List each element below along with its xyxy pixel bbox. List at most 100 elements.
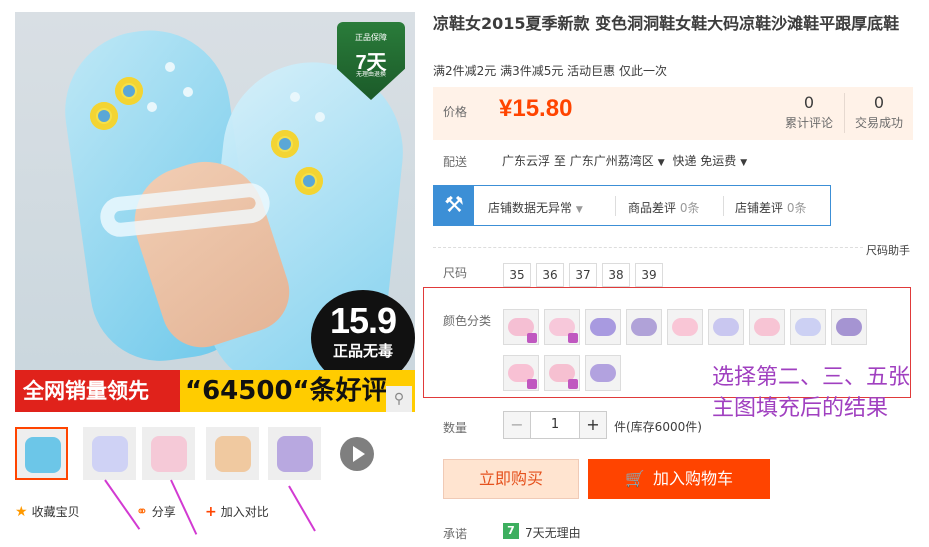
promise-label: 承诺 [443,527,468,541]
thumbnail-3[interactable] [142,427,195,480]
play-video-icon[interactable] [340,437,374,471]
seven-day-icon: 7 [503,523,519,539]
shipping-row: 广东云浮 至 广东广州荔湾区 ▼ 快递 免运费 ▼ [502,152,751,169]
color-swatch[interactable] [544,355,580,391]
badge-top-text: 正品保障 [355,33,387,42]
stat-divider [844,93,845,133]
size-option[interactable]: 38 [602,263,630,287]
color-label: 颜色分类 [443,314,492,328]
flower-charm [115,77,143,105]
compare-link[interactable]: + 加入对比 [205,503,269,520]
color-swatch[interactable] [585,355,621,391]
promo-text: 满2件减2元 满3件减5元 活动巨惠 仅此一次 [433,64,667,78]
shoe-hole [183,87,193,97]
shop-divider [615,196,616,216]
product-title: 凉鞋女2015夏季新款 变色洞洞鞋女鞋大码凉鞋沙滩鞋平跟厚底鞋 [433,14,900,33]
size-option[interactable]: 35 [503,263,531,287]
reviews-label: 累计评论 [785,116,834,130]
thumbnail-4[interactable] [206,427,259,480]
ship-from[interactable]: 广东云浮 [502,154,550,168]
shop-data-status[interactable]: 店铺数据无异常 ▼ [488,199,583,216]
share-label: 分享 [151,505,176,519]
color-swatch[interactable] [503,309,539,345]
color-swatch[interactable] [503,355,539,391]
quantity-input[interactable]: 1 [531,411,579,439]
add-to-cart-button[interactable]: 🛒 加入购物车 [588,459,770,499]
reviews-count: 0 [803,93,815,112]
favorite-label: 收藏宝贝 [31,505,80,519]
color-swatch[interactable] [790,309,826,345]
search-icon[interactable]: ⚲ [386,386,412,412]
color-swatch[interactable] [831,309,867,345]
chevron-down-icon: ▼ [575,205,583,215]
share-link[interactable]: ⚭ 分享 [136,503,176,520]
sales-stat[interactable]: 0 交易成功 [855,93,903,131]
color-swatch[interactable] [626,309,662,345]
shop-bad-review-label: 店铺差评 [735,201,784,215]
sales-banner: 全网销量领先 “64500“条好评 [15,370,415,412]
price-badge-price: 15.9 [329,300,397,341]
shop-bad-review-value: 0条 [786,201,807,215]
chevron-down-icon[interactable]: ▼ [658,158,665,168]
annotation-arrow [288,485,316,532]
shop-info-box: ⚒ 店铺数据无异常 ▼ 商品差评 0条 店铺差评 0条 [433,185,831,226]
price-value: ¥15.80 [499,95,572,123]
product-bad-review-value: 0条 [679,201,700,215]
shop-hammer-icon: ⚒ [434,186,474,225]
quantity-increase-button[interactable]: + [579,411,607,439]
color-swatch[interactable] [544,309,580,345]
product-bad-review-label: 商品差评 [628,201,677,215]
flower-charm [271,130,299,158]
shoe-hole [290,92,300,102]
price-label: 价格 [443,105,468,119]
size-helper-link[interactable]: 尺码助手 [866,242,910,258]
currency-symbol: ¥ [499,95,513,122]
chevron-down-icon[interactable]: ▼ [740,158,747,168]
size-option[interactable]: 36 [536,263,564,287]
color-swatch[interactable] [667,309,703,345]
price-badge-text: 正品无毒 [332,342,393,360]
cart-icon: 🛒 [625,469,645,488]
compare-label: 加入对比 [220,505,269,519]
favorite-link[interactable]: ★ 收藏宝贝 [15,503,80,520]
price-number: 15.80 [512,95,573,122]
main-product-image[interactable]: 正品保障 7天 无理由退换 15.9 正品无毒 全网销量领先 “64500“条好… [15,12,415,412]
promise-text[interactable]: 7天无理由 [525,524,581,541]
size-label: 尺码 [443,266,468,280]
badge-sub-text: 无理由退换 [355,71,386,78]
flower-charm [90,102,118,130]
color-swatch[interactable] [749,309,785,345]
size-option[interactable]: 39 [635,263,663,287]
sales-banner-left: 全网销量领先 [15,370,180,412]
annotation-arrow [104,479,141,530]
size-option[interactable]: 37 [569,263,597,287]
sales-count: 0 [873,93,885,112]
flower-charm [295,167,323,195]
add-to-cart-label: 加入购物车 [652,469,733,488]
plus-icon: + [205,504,217,520]
star-icon: ★ [15,504,28,520]
divider [433,247,863,248]
annotation-text: 选择第二、三、五张主图填充后的结果 [712,365,911,421]
price-box: 价格 ¥15.80 0 累计评论 0 交易成功 [433,87,913,140]
shoe-hole [165,62,175,72]
shop-bad-review[interactable]: 店铺差评 0条 [735,199,806,216]
color-swatch[interactable] [708,309,744,345]
color-swatch[interactable] [585,309,621,345]
shop-data-status-label: 店铺数据无异常 [488,201,573,215]
shipping-label: 配送 [443,155,468,169]
buy-now-button[interactable]: 立即购买 [443,459,579,499]
thumbnail-5[interactable] [268,427,321,480]
share-icon: ⚭ [136,504,148,520]
thumbnail-1[interactable] [15,427,68,480]
sales-banner-right: “64500“条好评 [185,376,388,406]
shop-divider [723,196,724,216]
ship-method-select[interactable]: 快递 免运费 [672,154,736,168]
ship-to-select[interactable]: 广东广州荔湾区 [570,154,654,168]
stock-text: 件(库存6000件) [614,420,702,434]
reviews-stat[interactable]: 0 累计评论 [785,93,833,131]
quantity-decrease-button[interactable]: − [503,411,531,439]
sales-label: 交易成功 [855,116,904,130]
product-bad-review[interactable]: 商品差评 0条 [628,199,699,216]
thumbnail-2[interactable] [83,427,136,480]
